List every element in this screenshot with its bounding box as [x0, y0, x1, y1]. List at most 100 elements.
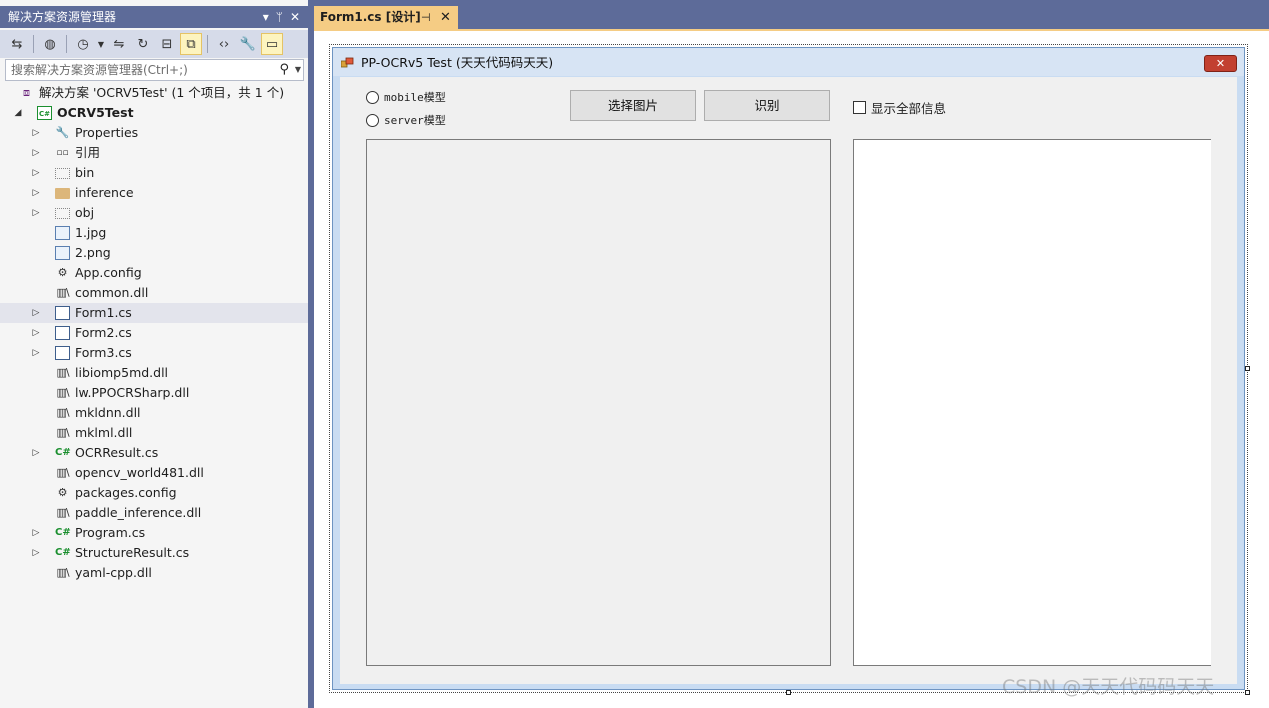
- preview-selected-items-icon[interactable]: ▭: [261, 33, 283, 55]
- radio-circle-icon[interactable]: [366, 90, 379, 104]
- form-file-icon: [55, 306, 70, 320]
- show-all-files-icon[interactable]: ⧉: [180, 33, 202, 55]
- collapsed-arrow-icon[interactable]: ▷: [30, 543, 42, 563]
- tree-item-label: 2.png: [75, 245, 111, 260]
- solution-explorer-toolbar: ⇆ ◍ ◷ ▼ ⇋ ↻ ⊟ ⧉ ‹› 🔧 ▭: [0, 30, 308, 58]
- tree-item[interactable]: ▷ C# Program.cs: [0, 523, 308, 543]
- tree-item[interactable]: ▥\ mklml.dll: [0, 423, 308, 443]
- tree-solution-node[interactable]: ⧈ 解决方案 'OCRV5Test' (1 个项目，共 1 个): [0, 83, 308, 103]
- form-title-bar: PP-OCRv5 Test (天天代码码天天) ✕: [333, 48, 1244, 76]
- collapsed-arrow-icon[interactable]: ▷: [30, 143, 42, 163]
- form-close-button[interactable]: ✕: [1204, 55, 1237, 72]
- tree-item[interactable]: ▷ Form2.cs: [0, 323, 308, 343]
- tree-item-label: Form3.cs: [75, 345, 132, 360]
- toolbar-divider: [66, 35, 67, 53]
- tab-pin-icon[interactable]: ⊣: [421, 6, 431, 29]
- tree-item-label: Properties: [75, 125, 139, 140]
- panel-pin-icon[interactable]: ᛘ: [276, 6, 283, 28]
- collapsed-arrow-icon[interactable]: ▷: [30, 163, 42, 183]
- tree-item-label: mklml.dll: [75, 425, 133, 440]
- tree-item-label: App.config: [75, 265, 142, 280]
- tree-item[interactable]: ▥\ mkldnn.dll: [0, 403, 308, 423]
- tree-item[interactable]: ▥\ lw.PPOCRSharp.dll: [0, 383, 308, 403]
- globe-icon[interactable]: ◍: [39, 33, 61, 55]
- resize-handle-bottom[interactable]: [786, 690, 791, 695]
- collapsed-arrow-icon[interactable]: ▷: [30, 443, 42, 463]
- tree-item[interactable]: ⚙ packages.config: [0, 483, 308, 503]
- search-placeholder: 搜索解决方案资源管理器(Ctrl+;): [11, 63, 188, 77]
- chevron-down-icon[interactable]: ▼: [96, 33, 106, 55]
- solution-explorer-title: 解决方案资源管理器: [8, 10, 117, 24]
- tree-item-label: Form1.cs: [75, 305, 132, 320]
- radio-server-label: server模型: [384, 114, 446, 127]
- collapsed-arrow-icon[interactable]: ▷: [30, 523, 42, 543]
- collapsed-arrow-icon[interactable]: ▷: [30, 183, 42, 203]
- tree-item[interactable]: ▷ bin: [0, 163, 308, 183]
- form1-window[interactable]: PP-OCRv5 Test (天天代码码天天) ✕ mobile模型 serve…: [332, 47, 1245, 690]
- tree-item[interactable]: ▷ Form3.cs: [0, 343, 308, 363]
- search-options-chevron-icon[interactable]: ▼: [295, 60, 301, 80]
- properties-wrench-icon[interactable]: 🔧: [237, 33, 259, 55]
- tab-form1-designer[interactable]: Form1.cs [设计] ⊣ ✕: [314, 6, 458, 29]
- form-file-icon: [55, 326, 70, 340]
- show-all-info-checkbox[interactable]: 显示全部信息: [853, 98, 946, 117]
- pending-changes-icon[interactable]: ◷: [72, 33, 94, 55]
- folder-icon: [55, 188, 70, 199]
- hidden-folder-icon: [55, 168, 70, 179]
- solution-explorer-search-input[interactable]: 搜索解决方案资源管理器(Ctrl+;) ⚲ ▼: [5, 59, 304, 81]
- tree-item-label: opencv_world481.dll: [75, 465, 204, 480]
- recognize-button[interactable]: 识别: [704, 90, 830, 121]
- tree-item[interactable]: ▷ inference: [0, 183, 308, 203]
- collapsed-arrow-icon[interactable]: ▷: [30, 303, 42, 323]
- tree-item[interactable]: ▥\ paddle_inference.dll: [0, 503, 308, 523]
- show-all-info-label: 显示全部信息: [871, 101, 947, 116]
- dll-file-icon: ▥\: [56, 506, 69, 519]
- collapsed-arrow-icon[interactable]: ▷: [30, 203, 42, 223]
- tree-item[interactable]: ▷ Form1.cs: [0, 303, 308, 323]
- toolbar-divider: [33, 35, 34, 53]
- tree-item[interactable]: ▥\ yaml-cpp.dll: [0, 563, 308, 583]
- references-icon: ▫▫: [56, 148, 69, 158]
- search-icon[interactable]: ⚲: [279, 60, 289, 80]
- resize-handle-bottom-right[interactable]: [1245, 690, 1250, 695]
- solution-icon: ⧈: [23, 86, 30, 99]
- panel-menu-dropdown-icon[interactable]: ▾: [263, 6, 269, 28]
- tree-item[interactable]: ▥\ common.dll: [0, 283, 308, 303]
- picture-box[interactable]: [366, 139, 831, 666]
- collapsed-arrow-icon[interactable]: ▷: [30, 123, 42, 143]
- dll-file-icon: ▥\: [56, 286, 69, 299]
- switch-views-icon[interactable]: ⇆: [6, 33, 28, 55]
- tree-item[interactable]: ▷ 🔧 Properties: [0, 123, 308, 143]
- tree-item-label: paddle_inference.dll: [75, 505, 202, 520]
- refresh-icon[interactable]: ↻: [132, 33, 154, 55]
- view-code-icon[interactable]: ‹›: [213, 33, 235, 55]
- csharp-file-icon: C#: [55, 547, 71, 558]
- tree-item[interactable]: 1.jpg: [0, 223, 308, 243]
- tree-item[interactable]: ▥\ opencv_world481.dll: [0, 463, 308, 483]
- sync-active-document-icon[interactable]: ⇋: [108, 33, 130, 55]
- radio-server-model[interactable]: server模型: [366, 112, 446, 128]
- tree-item[interactable]: ▷ obj: [0, 203, 308, 223]
- tree-item[interactable]: ▥\ libiomp5md.dll: [0, 363, 308, 383]
- tree-item-label: Form2.cs: [75, 325, 132, 340]
- tab-label: Form1.cs [设计]: [320, 10, 421, 24]
- tree-item[interactable]: ▷ ▫▫ 引用: [0, 143, 308, 163]
- resize-handle-right[interactable]: [1245, 366, 1250, 371]
- checkbox-box-icon[interactable]: [853, 101, 866, 114]
- tree-item[interactable]: ▷ C# StructureResult.cs: [0, 543, 308, 563]
- expanded-arrow-icon[interactable]: ◢: [12, 103, 24, 123]
- panel-close-icon[interactable]: ✕: [290, 6, 300, 28]
- radio-circle-icon[interactable]: [366, 113, 379, 127]
- collapsed-arrow-icon[interactable]: ▷: [30, 323, 42, 343]
- result-textbox[interactable]: [853, 139, 1211, 666]
- collapse-all-icon[interactable]: ⊟: [156, 33, 178, 55]
- tree-item[interactable]: 2.png: [0, 243, 308, 263]
- collapsed-arrow-icon[interactable]: ▷: [30, 343, 42, 363]
- radio-mobile-model[interactable]: mobile模型: [366, 89, 446, 105]
- select-image-button[interactable]: 选择图片: [570, 90, 696, 121]
- tree-item[interactable]: ▷ C# OCRResult.cs: [0, 443, 308, 463]
- tree-item-label: Program.cs: [75, 525, 146, 540]
- tree-item[interactable]: ⚙ App.config: [0, 263, 308, 283]
- tab-close-icon[interactable]: ✕: [440, 6, 451, 29]
- tree-project-node[interactable]: ◢ C# OCRV5Test: [0, 103, 308, 123]
